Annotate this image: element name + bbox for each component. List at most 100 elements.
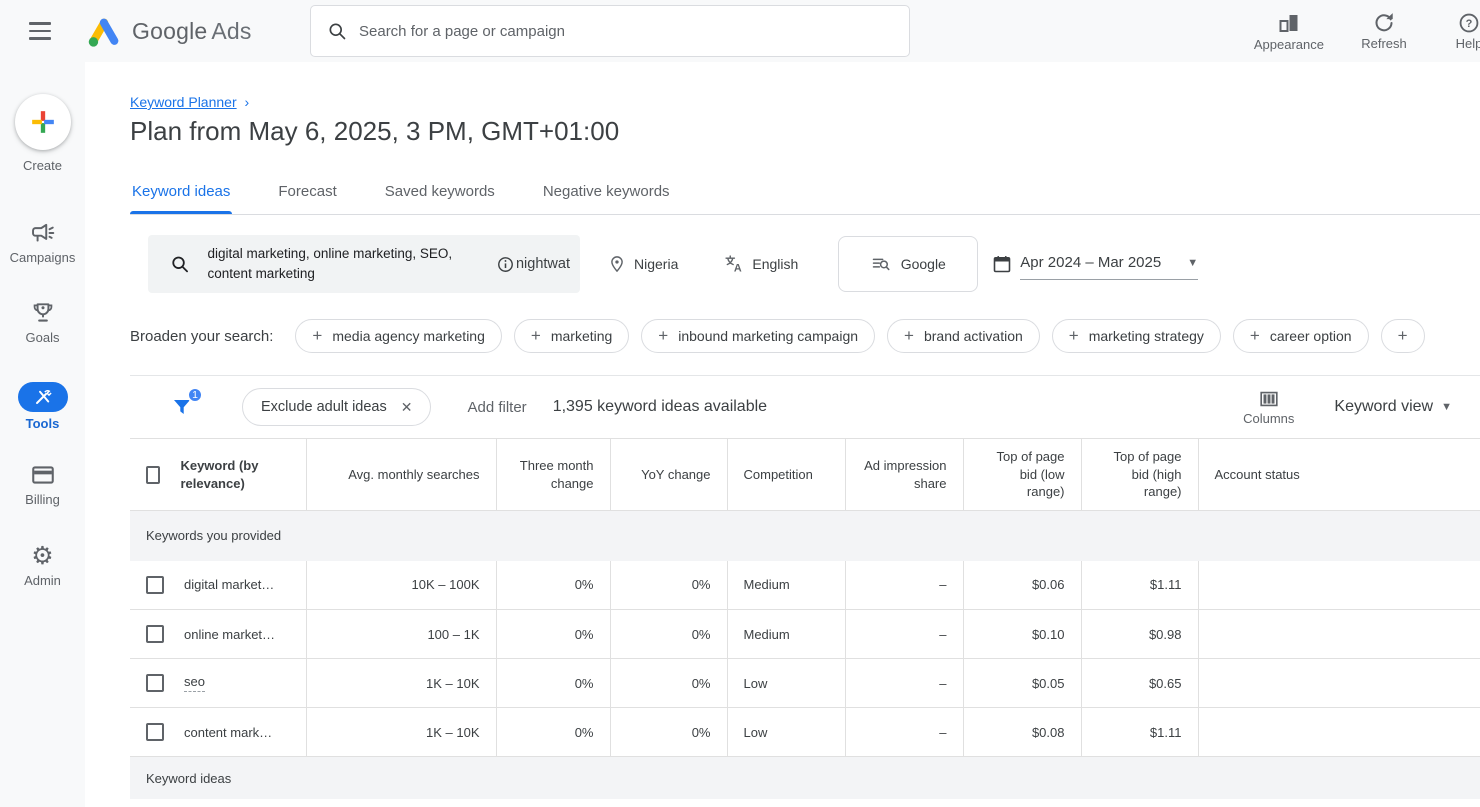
table-row: content mark… 1K – 10K 0% 0% Low – $0.08… [130,708,1480,757]
table-header-row: Keyword (by relevance) Avg. monthly sear… [130,439,1480,511]
overlay-text: nightwat [497,256,570,273]
plus-icon: + [531,326,541,346]
sidebar-item-goals[interactable]: Goals [0,300,85,345]
sidebar: Create Campaigns Goals Tools [0,62,85,807]
table-row: seo 1K – 10K 0% 0% Low – $0.05 $0.65 [130,659,1480,708]
breadcrumb-keyword-planner-link[interactable]: Keyword Planner [130,94,237,110]
keyword-ideas-count: 1,395 keyword ideas available [553,398,767,416]
tools-active-pill[interactable] [18,382,68,412]
plus-icon: + [1250,326,1260,346]
svg-text:A: A [734,263,742,275]
plus-icon: + [658,326,668,346]
tab-negative-keywords[interactable]: Negative keywords [541,171,672,214]
plus-icon: + [312,326,322,346]
menu-icon[interactable] [12,0,68,62]
broaden-chip[interactable]: +career option [1233,319,1369,353]
row-checkbox[interactable] [146,625,164,643]
columns-button[interactable]: Columns [1243,388,1294,426]
section-keywords-you-provided: Keywords you provided [130,511,1480,561]
table-row: digital market… 10K – 100K 0% 0% Medium … [130,561,1480,610]
broaden-search-row: Broaden your search: +media agency marke… [130,319,1480,376]
tab-keyword-ideas[interactable]: Keyword ideas [130,171,232,214]
keyword-view-dropdown[interactable]: Keyword view ▼ [1334,398,1452,416]
broaden-chip[interactable]: +media agency marketing [295,319,501,353]
sidebar-item-admin[interactable]: ⚙ Admin [0,544,85,588]
row-checkbox[interactable] [146,723,164,741]
broaden-label: Broaden your search: [130,328,273,345]
col-bid-low[interactable]: Top of page bid (low range) [963,439,1081,511]
keywords-search-box[interactable]: digital marketing, online marketing, SEO… [148,235,580,293]
sidebar-item-billing[interactable]: Billing [0,462,85,507]
create-plus-icon [30,109,56,135]
broaden-chip[interactable]: +marketing [514,319,629,353]
credit-card-icon [30,462,56,488]
sidebar-item-create[interactable]: Create [0,94,85,173]
search-icon [327,21,347,41]
refresh-button[interactable]: Refresh [1352,12,1416,51]
exclude-adult-ideas-chip[interactable]: Exclude adult ideas ✕ [242,388,431,426]
breadcrumb: Keyword Planner › [130,62,1480,110]
tab-saved-keywords[interactable]: Saved keywords [383,171,497,214]
col-bid-high[interactable]: Top of page bid (high range) [1081,439,1198,511]
plus-icon: + [1398,326,1408,346]
create-button[interactable] [15,94,71,150]
tab-forecast[interactable]: Forecast [276,171,338,214]
help-button[interactable]: ? Help [1444,12,1480,51]
global-search[interactable] [310,5,910,57]
close-icon[interactable]: ✕ [401,399,413,416]
global-search-input[interactable] [359,23,893,40]
sidebar-item-tools[interactable]: Tools [0,382,85,431]
col-yoy-change[interactable]: YoY change [610,439,727,511]
table-row: online market… 100 – 1K 0% 0% Medium – $… [130,610,1480,659]
page-title: Plan from May 6, 2025, 3 PM, GMT+01:00 [130,116,1480,147]
topbar-actions: Appearance Refresh ? Help [1254,0,1480,62]
col-avg-monthly-searches[interactable]: Avg. monthly searches [306,439,496,511]
broaden-chip[interactable]: +inbound marketing campaign [641,319,875,353]
row-checkbox[interactable] [146,674,164,692]
help-icon: ? [1458,12,1480,34]
chevron-down-icon: ▼ [1441,401,1452,413]
translate-icon: A [724,254,744,274]
keyword-table: Keyword (by relevance) Avg. monthly sear… [130,438,1480,757]
megaphone-icon [30,220,56,246]
plus-icon: + [1069,326,1079,346]
criteria-row: digital marketing, online marketing, SEO… [130,235,1480,293]
refresh-icon [1373,12,1395,34]
col-account-status[interactable]: Account status [1198,439,1480,511]
col-three-month-change[interactable]: Three month change [496,439,610,511]
calendar-icon [992,254,1012,274]
filter-count-badge: 1 [187,387,203,403]
select-all-checkbox[interactable] [146,466,160,484]
info-icon [497,256,514,273]
google-ads-logo-icon [86,15,122,47]
broaden-chip-partial[interactable]: + [1381,319,1425,353]
location-pin-icon [608,255,626,273]
keywords-value: digital marketing, online marketing, SEO… [208,244,479,283]
filter-bar: 1 Exclude adult ideas ✕ Add filter 1,395… [130,376,1480,438]
broaden-chip[interactable]: +brand activation [887,319,1040,353]
language-selector[interactable]: A English [724,254,798,274]
appearance-button[interactable]: Appearance [1254,11,1324,52]
network-selector[interactable]: Google [838,236,978,292]
date-range-selector[interactable]: Apr 2024 – Mar 2025 ▼ [990,244,1200,284]
broaden-chip[interactable]: +marketing strategy [1052,319,1221,353]
trophy-icon [30,300,56,326]
col-ad-impression-share[interactable]: Ad impression share [845,439,963,511]
row-checkbox[interactable] [146,576,164,594]
add-filter-button[interactable]: Add filter [467,399,526,416]
main-content: Keyword Planner › Plan from May 6, 2025,… [85,62,1480,807]
sidebar-item-campaigns[interactable]: Campaigns [0,220,85,265]
appearance-icon [1277,11,1301,35]
breadcrumb-chevron-icon: › [245,94,250,110]
date-range-value: Apr 2024 – Mar 2025 [1020,254,1161,271]
tab-bar: Keyword ideas Forecast Saved keywords Ne… [130,171,1480,215]
col-competition[interactable]: Competition [727,439,845,511]
gear-icon: ⚙ [31,544,53,569]
search-icon [170,254,190,274]
chevron-down-icon: ▼ [1187,257,1198,269]
section-keyword-ideas: Keyword ideas [130,757,1480,799]
svg-text:?: ? [1466,18,1473,30]
brand-text: GoogleAds [132,18,252,45]
location-selector[interactable]: Nigeria [608,255,678,273]
filter-funnel-button[interactable]: 1 [170,395,194,419]
